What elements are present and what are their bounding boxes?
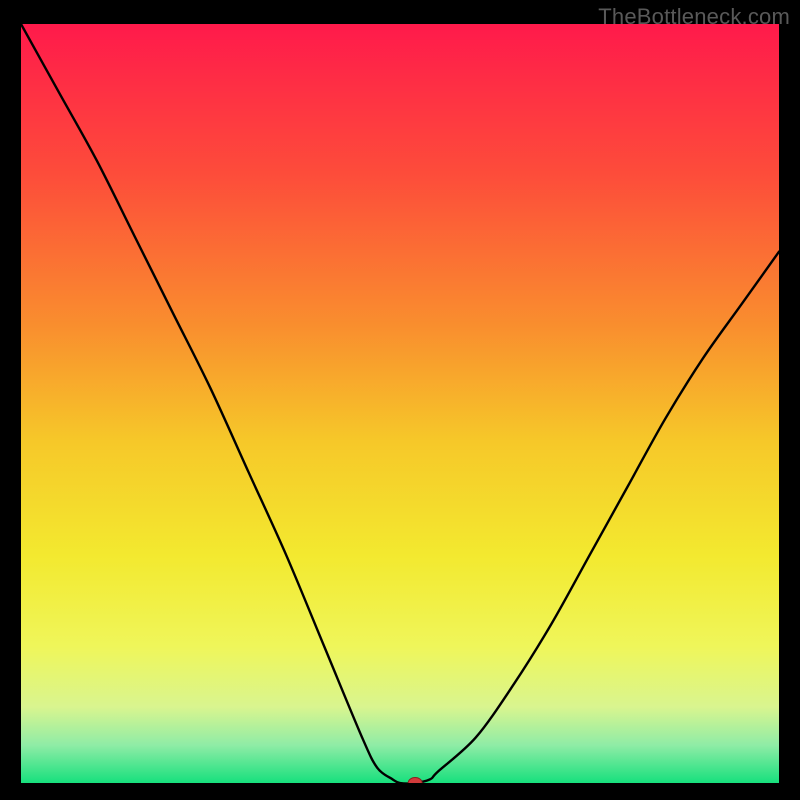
- plot-area: [21, 24, 779, 783]
- attribution-text: TheBottleneck.com: [598, 4, 790, 30]
- chart-svg: [21, 24, 779, 783]
- chart-background: [21, 24, 779, 783]
- chart-stage: TheBottleneck.com: [0, 0, 800, 800]
